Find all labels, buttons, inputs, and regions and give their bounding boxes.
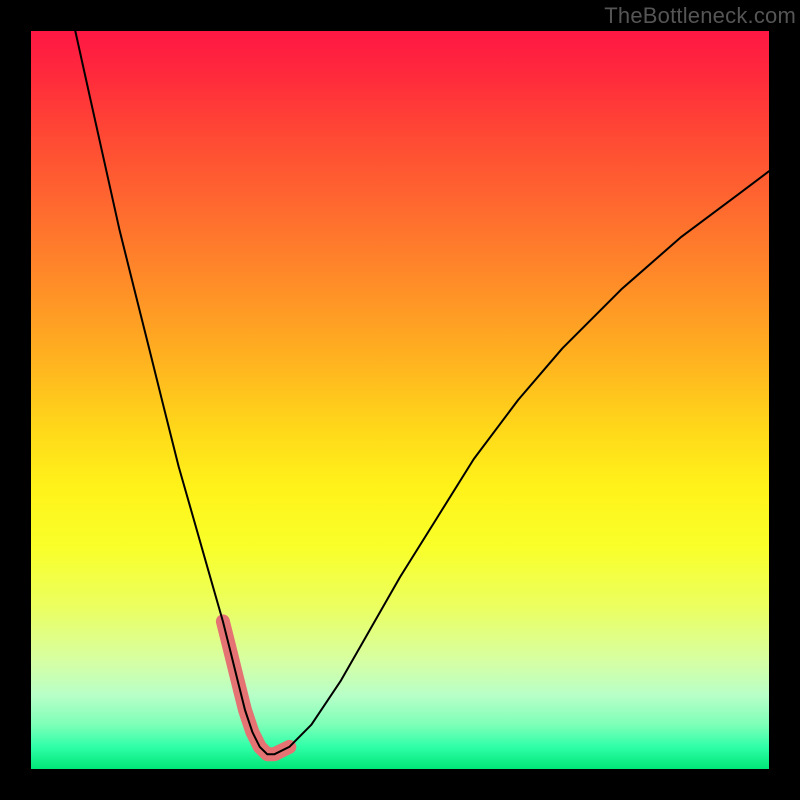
chart-frame: TheBottleneck.com: [0, 0, 800, 800]
chart-plot-area: [31, 31, 769, 769]
highlight-band-path: [223, 621, 289, 754]
watermark-text: TheBottleneck.com: [604, 3, 796, 29]
chart-svg: [31, 31, 769, 769]
bottleneck-curve-path: [75, 31, 769, 754]
